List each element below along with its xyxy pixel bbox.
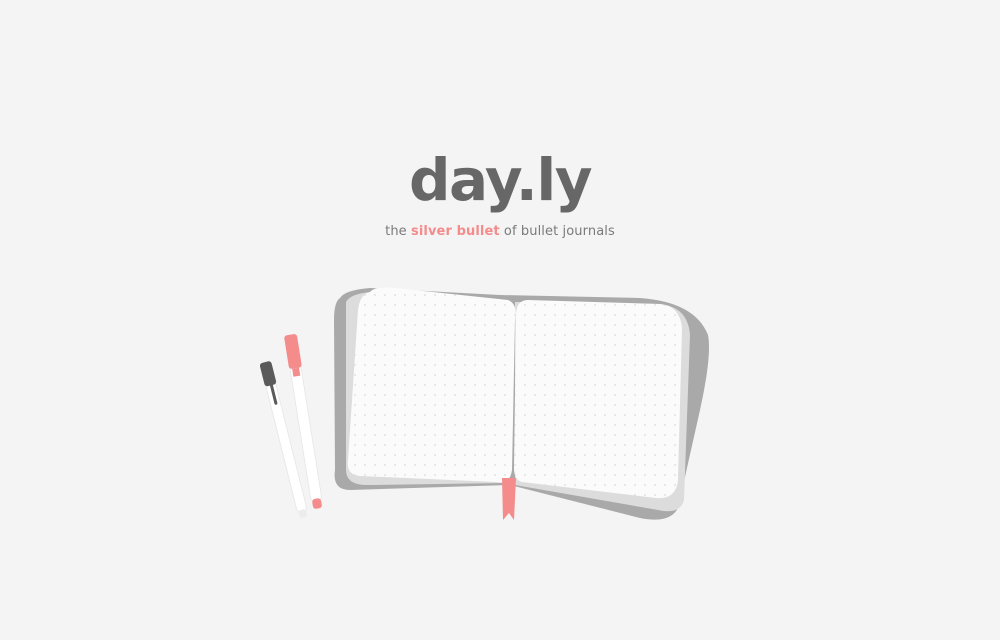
- brand-header: day.ly the silver bullet of bullet journ…: [0, 140, 1000, 239]
- tagline-prefix: the: [385, 224, 412, 239]
- ribbon-bookmark: [502, 478, 516, 520]
- tagline-highlight: silver bullet: [411, 224, 500, 239]
- app-logo-title: day.ly: [408, 146, 593, 214]
- journal-illustration-svg: [260, 287, 709, 520]
- tagline: the silver bullet of bullet journals: [0, 224, 1000, 239]
- tagline-suffix: of bullet journals: [499, 224, 615, 239]
- journal-illustration: [260, 280, 730, 540]
